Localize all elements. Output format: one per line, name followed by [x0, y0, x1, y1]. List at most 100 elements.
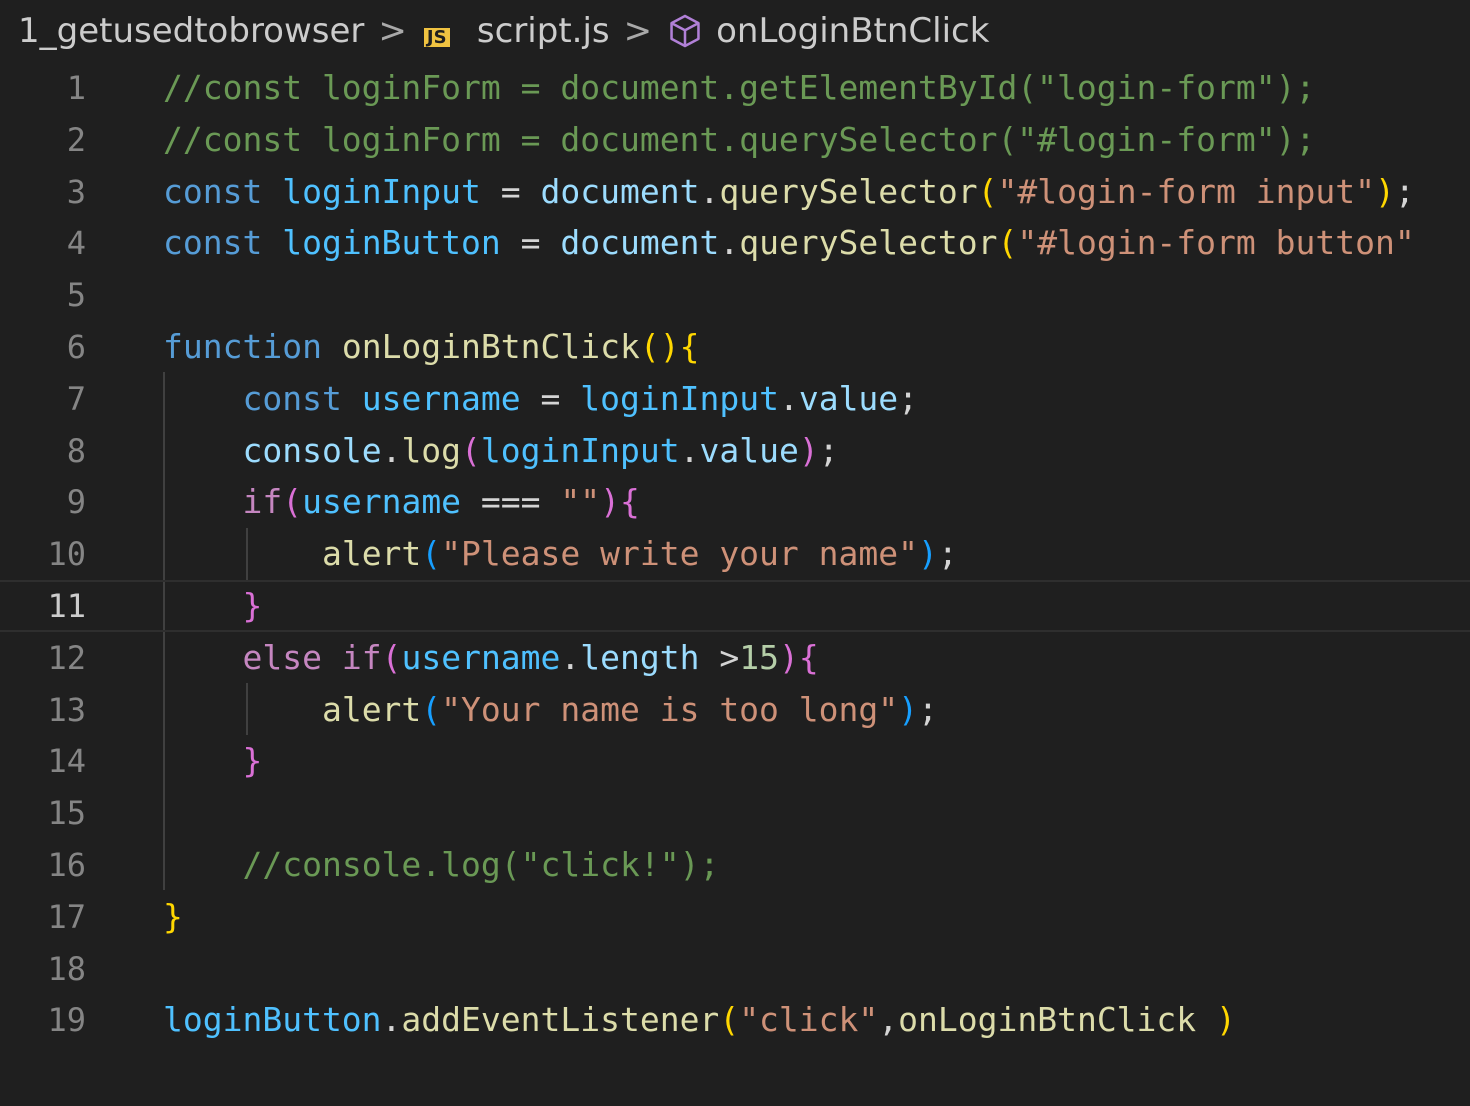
code-line[interactable]: 16 //console.log("click!"); [0, 839, 1470, 891]
code-line[interactable]: 10 alert("Please write your name"); [0, 528, 1470, 580]
code-token: ; [1394, 171, 1415, 211]
code-token: ; [818, 430, 839, 470]
code-token: //console.log("click!"); [242, 845, 720, 884]
breadcrumb-separator: > [623, 11, 653, 51]
line-number: 11 [47, 587, 86, 625]
code-line[interactable]: 5 [0, 269, 1470, 321]
code-token: = [520, 378, 581, 418]
code-line[interactable]: 18 [0, 943, 1470, 995]
line-number: 15 [47, 794, 86, 833]
code-line[interactable]: 3 const loginInput = document.querySelect… [0, 166, 1470, 218]
code-token: loginButton [163, 1000, 382, 1040]
code-token: loginInput [282, 171, 481, 211]
code-token: //const loginForm = document.getElementB… [163, 68, 1316, 107]
code-token: addEventListener [401, 1000, 720, 1040]
code-line[interactable]: 8 console.log(loginInput.value); [0, 425, 1470, 477]
code-line[interactable]: 1 //const loginForm = document.getElement… [0, 62, 1470, 114]
code-token: if [242, 482, 283, 522]
line-number: 3 [66, 172, 86, 211]
code-token: { [679, 327, 700, 366]
code-token: ( [421, 689, 442, 729]
line-number: 5 [66, 276, 86, 315]
code-token: //const loginForm = document.querySelect… [163, 119, 1316, 159]
code-line[interactable]: 7 const username = loginInput.value; [0, 373, 1470, 425]
code-line[interactable]: 2 //const loginForm = document.querySelec… [0, 114, 1470, 166]
line-number: 9 [66, 483, 86, 522]
code-text: function onLoginBtnClick(){ [163, 321, 699, 373]
code-line[interactable]: 15 [0, 787, 1470, 839]
code-token: ) [898, 689, 919, 729]
code-token: "#login-form input" [997, 171, 1376, 211]
code-token: ) [1375, 171, 1395, 211]
code-line[interactable]: 19 loginButton.addEventListener("click",o… [0, 994, 1470, 1046]
line-number: 17 [47, 897, 86, 936]
code-token: , [878, 1000, 899, 1040]
code-token: . [719, 223, 740, 263]
code-line[interactable]: 13 alert("Your name is too long"); [0, 684, 1470, 736]
code-token: "click" [739, 1000, 879, 1040]
code-token: ) [1216, 1000, 1236, 1040]
code-token: ( [282, 482, 303, 522]
line-number: 2 [66, 120, 86, 159]
code-text: else if(username.length >15){ [163, 632, 818, 684]
code-token: ( [461, 430, 481, 470]
code-line[interactable]: 17} [0, 891, 1470, 943]
code-token: = [480, 171, 541, 211]
code-editor[interactable]: 1 //const loginForm = document.getElement… [0, 62, 1470, 1106]
line-number: 18 [47, 949, 86, 988]
code-line[interactable]: 12 else if(username.length >15){ [0, 632, 1470, 684]
line-number: 16 [47, 846, 86, 884]
code-line[interactable]: 9 if(username === ""){ [0, 476, 1470, 528]
code-line[interactable]: 11 } [0, 580, 1470, 632]
code-token: ( [381, 637, 402, 677]
code-token: onLoginBtnClick [898, 1000, 1197, 1040]
line-number: 19 [47, 1001, 86, 1040]
code-token: if [341, 637, 382, 677]
line-number: 7 [66, 379, 86, 418]
code-token: console [242, 430, 382, 470]
code-token: loginButton [282, 223, 501, 263]
code-text: alert("Please write your name"); [163, 528, 958, 580]
code-token: . [699, 171, 720, 211]
code-text: const username = loginInput.value; [163, 373, 918, 425]
code-text: //const loginForm = document.getElementB… [163, 62, 1315, 114]
code-token: } [163, 896, 183, 936]
code-line[interactable]: 14 } [0, 735, 1470, 787]
code-token: . [679, 430, 700, 470]
code-token: > [699, 637, 740, 677]
code-token: querySelector [739, 223, 998, 263]
breadcrumb-file-label: script.js [476, 11, 610, 51]
code-token: const [242, 378, 342, 418]
code-token: 15 [739, 637, 780, 677]
breadcrumb-folder[interactable]: 1_getusedtobrowser [18, 11, 364, 51]
code-token: . [560, 637, 581, 677]
code-text: //const loginForm = document.querySelect… [163, 114, 1315, 166]
breadcrumb-file[interactable]: JS script.js [421, 11, 610, 51]
code-text: if(username === ""){ [163, 476, 640, 528]
code-token: } [242, 586, 263, 625]
code-token: ; [937, 534, 958, 574]
code-line[interactable]: 6 function onLoginBtnClick(){ [0, 321, 1470, 373]
code-text: const loginInput = document.querySelecto… [163, 166, 1415, 218]
code-token: value [798, 378, 899, 418]
code-token: ; [898, 378, 919, 418]
code-token: loginInput [580, 378, 779, 418]
code-text: } [163, 580, 262, 632]
code-line[interactable]: 4 const loginButton = document.querySelec… [0, 217, 1470, 269]
breadcrumb-symbol[interactable]: onLoginBtnClick [666, 11, 989, 51]
code-token: { [620, 482, 640, 522]
code-token: log [401, 430, 462, 470]
code-token: . [381, 1000, 402, 1040]
code-text: const loginButton = document.querySelect… [163, 217, 1415, 269]
code-token: document [560, 223, 720, 263]
